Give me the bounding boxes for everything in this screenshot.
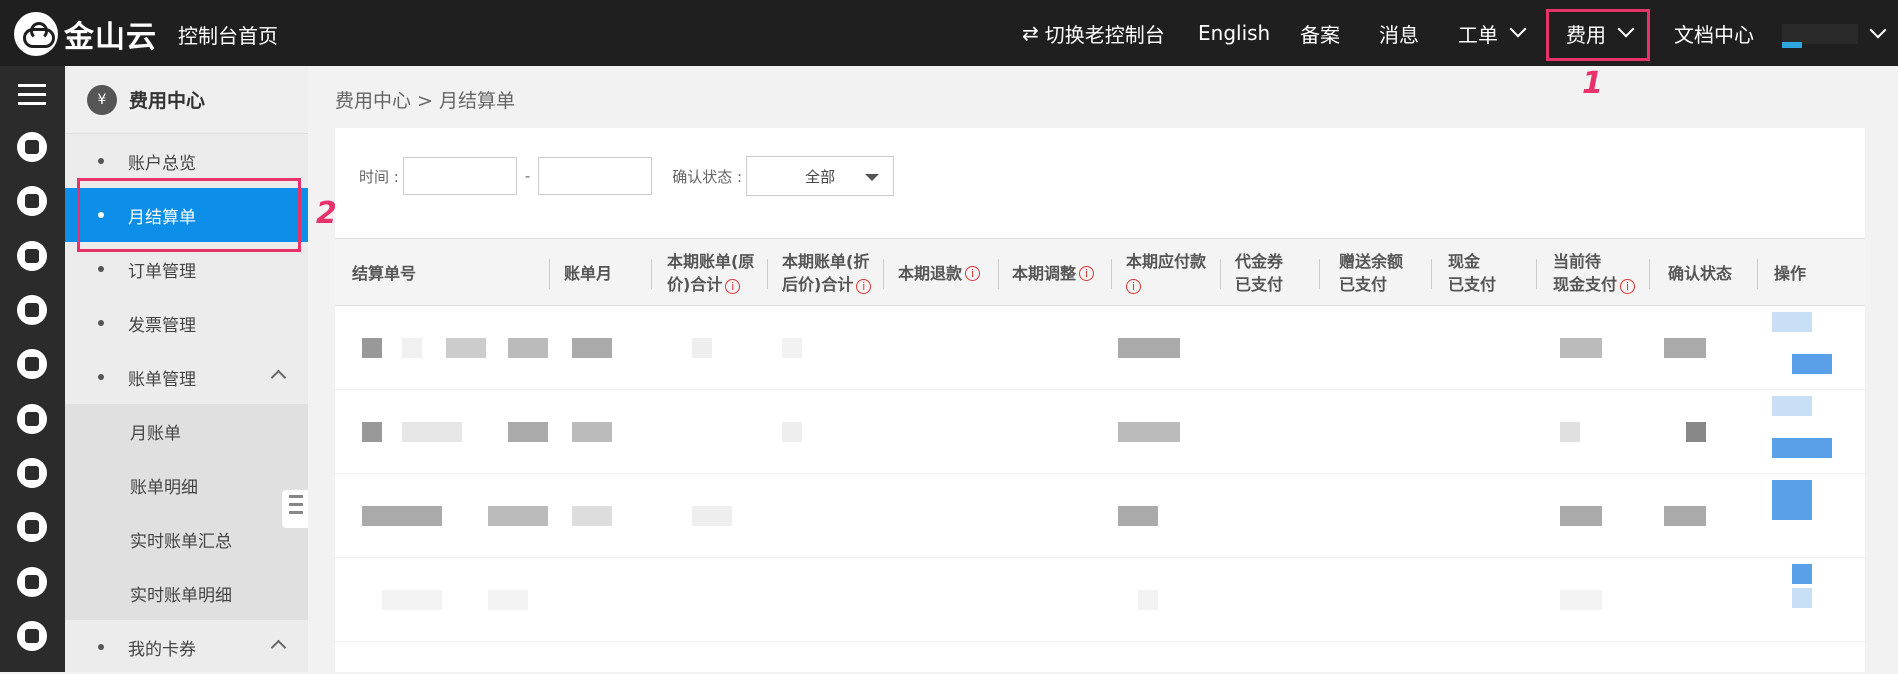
- annotation-number-2: 2: [316, 196, 337, 231]
- info-icon[interactable]: i: [1620, 279, 1636, 294]
- box-icon[interactable]: [17, 186, 47, 216]
- sidebar-item-label: 实时账单汇总: [130, 531, 232, 552]
- cloud-logo-icon: [14, 12, 58, 56]
- col-settlement-no: 结算单号: [352, 263, 417, 283]
- settings-icon[interactable]: [17, 241, 47, 271]
- support-icon[interactable]: [17, 621, 47, 651]
- main-panel: 时间 : - 确认状态 : 全部 结算单号 账单月 本期账单(原 价)合计 i 本期…: [335, 128, 1865, 672]
- sidebar-item-label: 账单明细: [130, 477, 198, 498]
- money-bag-icon: ¥: [87, 84, 117, 115]
- breadcrumb: 费用中心 > 月结算单: [335, 90, 515, 112]
- col-confirm-status: 确认状态: [1668, 263, 1733, 283]
- docs-center-link[interactable]: 文档中心: [1674, 0, 1754, 66]
- user-icon[interactable]: [17, 349, 47, 379]
- table-row[interactable]: [335, 558, 1865, 642]
- sidebar-item-invoices[interactable]: 发票管理: [65, 296, 308, 350]
- col-adjustment: 本期调整 i: [1012, 249, 1095, 297]
- annotation-number-1: 1: [1582, 66, 1603, 101]
- col-actions: 操作: [1774, 263, 1807, 283]
- col-original-total: 本期账单(原 价)合计 i: [667, 252, 755, 294]
- sidebar-item-label: 实时账单明细: [130, 585, 232, 606]
- bullet-icon: [98, 320, 104, 326]
- status-label: 确认状态 :: [672, 167, 743, 186]
- sidebar-item-label: 账户总览: [128, 153, 196, 174]
- time-label: 时间 :: [359, 167, 399, 186]
- user-indicator: [1782, 42, 1802, 48]
- switch-old-console-label: 切换老控制台: [1044, 22, 1165, 47]
- user-account-menu[interactable]: [1782, 24, 1858, 44]
- table-row[interactable]: [335, 390, 1865, 474]
- info-icon[interactable]: i: [1126, 279, 1141, 294]
- tickets-menu[interactable]: 工单: [1458, 0, 1527, 66]
- col-refund: 本期退款 i: [898, 249, 981, 297]
- sidebar-header: ¥ 费用中心: [65, 66, 308, 134]
- info-icon[interactable]: i: [725, 279, 741, 294]
- sidebar-item-label: 发票管理: [128, 315, 196, 336]
- date-range-separator: -: [524, 167, 531, 185]
- sidebar-item-bill-management[interactable]: 账单管理: [65, 350, 308, 404]
- sidebar-item-label: 账单管理: [128, 369, 196, 390]
- chevron-down-icon[interactable]: [1869, 21, 1887, 39]
- status-select-value: 全部: [805, 167, 836, 186]
- table-header: 结算单号 账单月 本期账单(原 价)合计 i 本期账单(折 后价)合计 i 本期退款 i …: [335, 238, 1865, 306]
- chevron-up-icon: [270, 639, 287, 656]
- table-row[interactable]: [335, 474, 1865, 558]
- logo[interactable]: 金山云: [14, 12, 157, 56]
- icon-rail: [0, 66, 65, 672]
- sidebar-item-bill-details[interactable]: 账单明细: [65, 458, 308, 512]
- col-discount-total: 本期账单(折 后价)合计 i: [782, 252, 872, 294]
- storage-icon[interactable]: [17, 295, 47, 325]
- col-cash-paid: 现金 已支付: [1448, 252, 1497, 294]
- bullet-icon: [98, 158, 104, 164]
- console-home-link[interactable]: 控制台首页: [178, 20, 278, 49]
- chevron-up-icon: [270, 369, 287, 386]
- sidebar: ¥ 费用中心 账户总览 月结算单 订单管理 发票管理 账单管理 月账单 账单明细…: [65, 66, 308, 672]
- sidebar-item-label: 我的卡券: [128, 639, 196, 660]
- sidebar-item-realtime-details[interactable]: 实时账单明细: [65, 566, 308, 620]
- end-date-input[interactable]: [538, 157, 653, 195]
- filter-bar: 时间 : - 确认状态 : 全部: [359, 156, 895, 196]
- sidebar-item-my-coupons[interactable]: 我的卡券: [65, 620, 308, 674]
- sidebar-item-monthly-bill[interactable]: 月账单: [65, 404, 308, 458]
- network-icon[interactable]: [17, 512, 47, 542]
- messages-link[interactable]: 消息: [1379, 0, 1419, 66]
- logo-text: 金山云: [64, 20, 157, 55]
- bullet-icon: [98, 374, 104, 380]
- highlight-box-monthly-settlement: [77, 178, 301, 252]
- sidebar-item-label: 月账单: [130, 423, 181, 444]
- bullet-icon: [98, 266, 104, 272]
- bullet-icon: [98, 644, 104, 650]
- start-date-input[interactable]: [402, 157, 517, 195]
- status-select[interactable]: 全部: [746, 156, 895, 196]
- sidebar-item-label: 订单管理: [128, 261, 196, 282]
- col-payable: 本期应付款 i: [1126, 252, 1207, 294]
- sidebar-collapse-handle[interactable]: [282, 490, 308, 528]
- hamburger-menu-icon[interactable]: [18, 84, 46, 111]
- monitor-icon[interactable]: [17, 458, 47, 488]
- switch-old-console-link[interactable]: ⇄ 切换老控制台: [1022, 0, 1165, 66]
- col-voucher-paid: 代金券 已支付: [1235, 252, 1284, 294]
- table-row[interactable]: [335, 306, 1865, 390]
- layers-icon[interactable]: [17, 567, 47, 597]
- chevron-down-icon: [1509, 20, 1527, 38]
- sidebar-title: 费用中心: [129, 90, 206, 112]
- highlight-box-fees: [1546, 9, 1650, 61]
- info-icon[interactable]: i: [965, 265, 981, 281]
- server-icon[interactable]: [17, 404, 47, 434]
- info-icon[interactable]: i: [1079, 265, 1095, 281]
- col-bill-month: 账单月: [564, 263, 613, 283]
- beian-link[interactable]: 备案: [1300, 0, 1340, 66]
- swap-icon: ⇄: [1022, 21, 1039, 45]
- dashboard-icon[interactable]: [17, 132, 47, 162]
- tickets-label: 工单: [1458, 22, 1498, 47]
- english-link[interactable]: English: [1198, 0, 1270, 66]
- col-gift-balance-paid: 赠送余额 已支付: [1339, 252, 1404, 294]
- col-pending-cash: 当前待 现金支付 i: [1553, 249, 1636, 297]
- sidebar-item-realtime-summary[interactable]: 实时账单汇总: [65, 512, 308, 566]
- info-icon[interactable]: i: [856, 279, 872, 294]
